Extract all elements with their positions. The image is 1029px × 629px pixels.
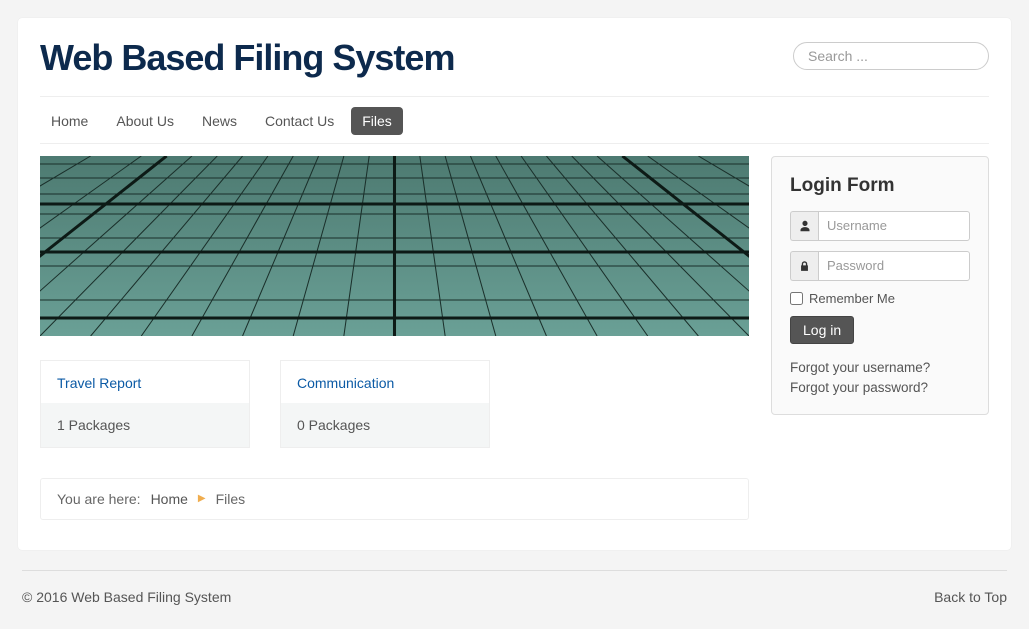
remember-me-checkbox[interactable]	[790, 292, 803, 305]
forgot-password-link[interactable]: Forgot your password?	[790, 378, 970, 398]
main-nav: Home About Us News Contact Us Files	[40, 97, 989, 144]
lock-icon	[790, 251, 818, 281]
nav-item-files[interactable]: Files	[351, 107, 403, 135]
breadcrumb-prefix: You are here:	[57, 491, 141, 507]
category-card: Travel Report 1 Packages	[40, 360, 250, 448]
category-link-travel-report[interactable]: Travel Report	[57, 375, 141, 391]
login-form: Login Form R	[771, 156, 989, 416]
breadcrumb-item-home[interactable]: Home	[151, 491, 188, 507]
breadcrumb: You are here: Home ▶ Files	[40, 478, 749, 520]
nav-item-about-us[interactable]: About Us	[105, 107, 185, 135]
site-title: Web Based Filing System	[40, 38, 454, 78]
chevron-right-icon: ▶	[198, 493, 206, 504]
nav-item-contact-us[interactable]: Contact Us	[254, 107, 345, 135]
user-icon	[790, 211, 818, 241]
login-button[interactable]: Log in	[790, 316, 854, 344]
password-input[interactable]	[818, 251, 970, 281]
category-link-communication[interactable]: Communication	[297, 375, 394, 391]
nav-item-news[interactable]: News	[191, 107, 248, 135]
breadcrumb-item-files: Files	[216, 491, 246, 507]
category-card: Communication 0 Packages	[280, 360, 490, 448]
category-count: 0 Packages	[281, 403, 489, 447]
hero-banner	[40, 156, 749, 336]
nav-item-home[interactable]: Home	[40, 107, 99, 135]
forgot-username-link[interactable]: Forgot your username?	[790, 358, 970, 378]
remember-me-label: Remember Me	[809, 291, 895, 306]
search-input[interactable]	[793, 42, 989, 70]
category-count: 1 Packages	[41, 403, 249, 447]
back-to-top-link[interactable]: Back to Top	[934, 589, 1007, 605]
login-title: Login Form	[790, 175, 970, 197]
footer-copyright: © 2016 Web Based Filing System	[22, 589, 231, 605]
username-input[interactable]	[818, 211, 970, 241]
